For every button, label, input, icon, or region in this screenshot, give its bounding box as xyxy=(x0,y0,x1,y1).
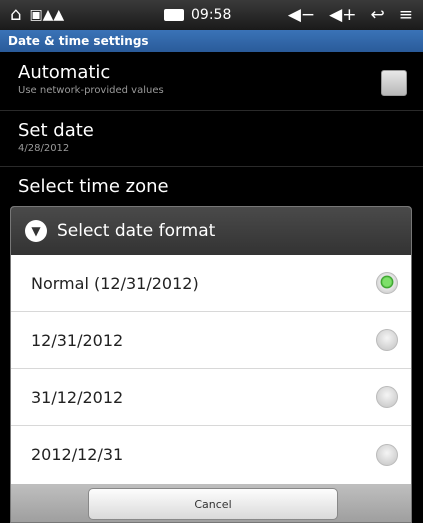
cancel-button[interactable]: Cancel xyxy=(88,488,338,520)
radio-selected-icon[interactable] xyxy=(376,272,398,294)
setting-set-date-summary: 4/28/2012 xyxy=(18,143,70,154)
date-format-option[interactable]: 2012/12/31 xyxy=(11,426,411,483)
dialog-options-list: Normal (12/31/2012) 12/31/2012 31/12/201… xyxy=(11,255,411,484)
option-label: 31/12/2012 xyxy=(31,387,124,407)
radio-unselected-icon[interactable] xyxy=(376,443,398,466)
back-icon[interactable]: ↩ xyxy=(371,5,385,25)
chevron-down-icon: ▼ xyxy=(25,220,47,242)
status-time: 09:58 xyxy=(191,7,232,23)
notification-icons: ▣▲▲ xyxy=(29,7,65,23)
status-bar: ⌂ ▣▲▲ 09:58 ◀− ◀+ ↩ ≡ xyxy=(0,0,423,30)
dialog-title-bar: ▼ Select date format xyxy=(11,207,411,255)
option-label: 2012/12/31 xyxy=(31,445,124,464)
date-format-dialog: ▼ Select date format Normal (12/31/2012)… xyxy=(10,206,412,523)
setting-time-zone[interactable]: Select time zone xyxy=(18,176,169,197)
battery-icon xyxy=(164,9,184,21)
dialog-title: Select date format xyxy=(57,221,216,241)
setting-automatic[interactable]: Automatic Use network-provided values xyxy=(18,62,164,96)
date-format-option[interactable]: 31/12/2012 xyxy=(11,369,411,426)
home-icon: ⌂ xyxy=(10,4,22,25)
menu-icon[interactable]: ≡ xyxy=(399,5,413,25)
date-format-option[interactable]: 12/31/2012 xyxy=(11,312,411,369)
option-label: Normal (12/31/2012) xyxy=(31,273,199,293)
setting-time-zone-title: Select time zone xyxy=(18,176,169,197)
divider xyxy=(0,166,423,167)
setting-automatic-summary: Use network-provided values xyxy=(18,85,164,96)
setting-set-date[interactable]: Set date 4/28/2012 xyxy=(18,120,94,154)
radio-unselected-icon[interactable] xyxy=(376,386,398,408)
automatic-checkbox[interactable] xyxy=(381,70,407,96)
volume-up-icon[interactable]: ◀+ xyxy=(329,5,356,25)
screen-title: Date & time settings xyxy=(0,30,423,52)
option-label: 12/31/2012 xyxy=(31,330,124,350)
volume-down-icon[interactable]: ◀− xyxy=(288,5,315,25)
radio-unselected-icon[interactable] xyxy=(376,329,398,351)
setting-set-date-title: Set date xyxy=(18,120,94,141)
date-format-option[interactable]: Normal (12/31/2012) xyxy=(11,255,411,312)
setting-automatic-title: Automatic xyxy=(18,62,111,83)
divider xyxy=(0,110,423,111)
dialog-footer: Cancel xyxy=(11,484,411,522)
